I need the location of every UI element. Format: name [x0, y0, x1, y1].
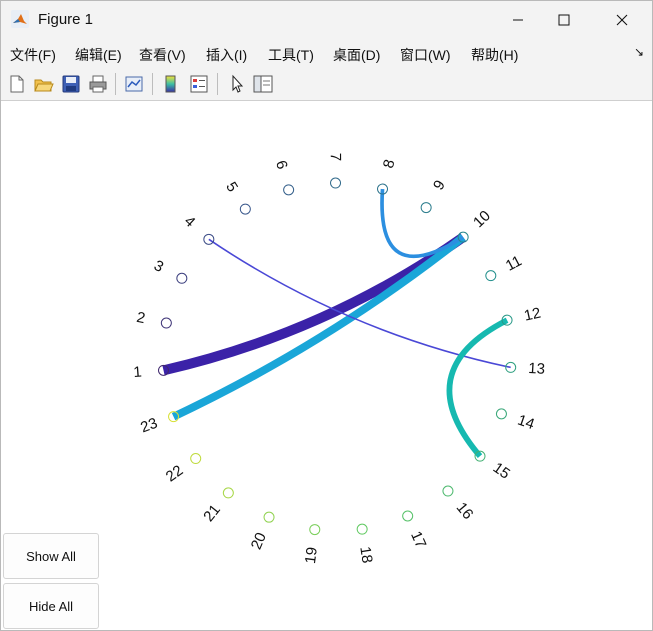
toolbar-separator — [217, 73, 218, 95]
chord-link-12-15 — [446, 317, 509, 459]
chord-label-22: 22 — [163, 462, 186, 486]
chord-label-4: 4 — [181, 213, 199, 231]
link-plot-icon[interactable] — [123, 73, 145, 95]
chord-node-9 — [420, 202, 432, 214]
chord-node-20 — [263, 511, 275, 523]
chord-node-2 — [160, 317, 172, 329]
close-button[interactable] — [599, 1, 645, 39]
chord-label-3: 3 — [151, 257, 166, 276]
show-all-button[interactable]: Show All — [3, 533, 99, 579]
menu-insert[interactable]: 插入(I) — [206, 45, 247, 65]
legend-icon[interactable] — [188, 73, 210, 95]
minimize-button[interactable] — [495, 1, 541, 39]
menu-view[interactable]: 查看(V) — [139, 45, 186, 65]
save-icon[interactable] — [60, 73, 82, 95]
chord-label-10: 10 — [470, 207, 494, 231]
chord-node-14 — [495, 408, 507, 420]
toolbar — [1, 67, 652, 101]
property-editor-icon[interactable] — [252, 73, 274, 95]
chord-label-9: 9 — [430, 177, 449, 193]
chord-node-19 — [309, 524, 321, 536]
title-bar: Figure 1 — [1, 1, 652, 39]
open-file-icon[interactable] — [32, 73, 54, 95]
print-icon[interactable] — [87, 73, 109, 95]
chord-label-11: 11 — [503, 252, 525, 274]
chord-label-7: 7 — [327, 153, 344, 161]
chord-label-17: 17 — [407, 529, 429, 551]
menu-bar: 文件(F) 编辑(E) 查看(V) 插入(I) 工具(T) 桌面(D) 窗口(W… — [1, 39, 652, 67]
chord-label-14: 14 — [515, 412, 536, 434]
chord-label-13: 13 — [528, 360, 546, 378]
minimize-icon — [513, 19, 523, 21]
maximize-button[interactable] — [541, 1, 587, 39]
chord-label-6: 6 — [272, 159, 291, 172]
chord-link-8-10 — [380, 188, 465, 259]
window-title: Figure 1 — [38, 11, 94, 28]
new-figure-icon[interactable] — [6, 73, 28, 95]
chord-node-3 — [176, 272, 188, 284]
pointer-icon[interactable] — [226, 73, 248, 95]
chord-label-1: 1 — [133, 364, 143, 382]
chord-label-19: 19 — [302, 546, 321, 565]
chord-label-8: 8 — [380, 158, 399, 171]
menu-help[interactable]: 帮助(H) — [471, 45, 518, 65]
chord-node-17 — [402, 510, 414, 522]
chord-node-11 — [485, 270, 497, 282]
chord-label-18: 18 — [356, 545, 375, 564]
toolbar-separator — [152, 73, 153, 95]
chord-node-16 — [442, 485, 454, 497]
chord-label-21: 21 — [200, 501, 224, 525]
matlab-logo-icon — [11, 10, 29, 28]
chord-label-5: 5 — [222, 179, 241, 195]
chord-node-5 — [239, 203, 251, 215]
chord-node-21 — [222, 487, 234, 499]
colorbar-icon[interactable] — [160, 73, 182, 95]
dock-arrow-icon[interactable]: ↘ — [634, 45, 644, 59]
chord-label-23: 23 — [138, 415, 160, 437]
menu-tools[interactable]: 工具(T) — [268, 45, 314, 65]
chord-node-7 — [330, 177, 342, 189]
chord-label-15: 15 — [490, 459, 513, 482]
figure-window: Figure 1 文件(F) 编辑(E) 查看(V) 插入(I) 工具(T) 桌… — [0, 0, 653, 631]
chord-label-2: 2 — [135, 309, 147, 327]
chord-label-12: 12 — [523, 305, 543, 325]
chord-node-6 — [283, 184, 295, 196]
chord-label-20: 20 — [248, 530, 270, 552]
menu-window[interactable]: 窗口(W) — [400, 45, 451, 65]
chord-label-16: 16 — [453, 499, 477, 523]
toolbar-separator — [115, 73, 116, 95]
maximize-icon — [558, 14, 570, 26]
menu-edit[interactable]: 编辑(E) — [75, 45, 122, 65]
hide-all-button[interactable]: Hide All — [3, 583, 99, 629]
chord-node-18 — [356, 523, 368, 535]
menu-desktop[interactable]: 桌面(D) — [333, 45, 380, 65]
close-icon — [616, 14, 628, 26]
chord-node-22 — [190, 453, 202, 465]
menu-file[interactable]: 文件(F) — [10, 45, 56, 65]
